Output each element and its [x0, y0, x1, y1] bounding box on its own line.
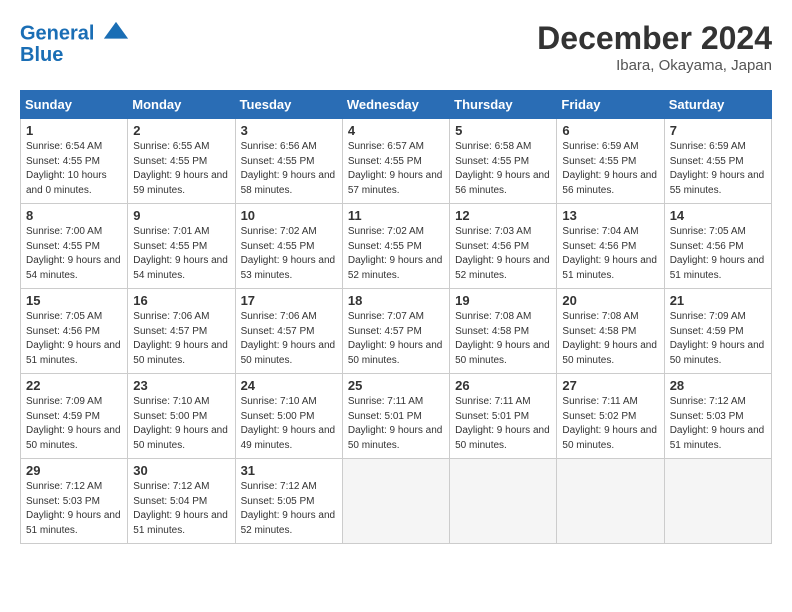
- calendar-table: Sunday Monday Tuesday Wednesday Thursday…: [20, 90, 772, 544]
- month-title: December 2024: [537, 20, 772, 57]
- table-row: 11Sunrise: 7:02 AMSunset: 4:55 PMDayligh…: [342, 204, 449, 289]
- table-row: 28Sunrise: 7:12 AMSunset: 5:03 PMDayligh…: [664, 374, 771, 459]
- table-row: 3Sunrise: 6:56 AMSunset: 4:55 PMDaylight…: [235, 119, 342, 204]
- col-monday: Monday: [128, 91, 235, 119]
- col-saturday: Saturday: [664, 91, 771, 119]
- page-header: General Blue December 2024 Ibara, Okayam…: [20, 20, 772, 74]
- table-row: 2Sunrise: 6:55 AMSunset: 4:55 PMDaylight…: [128, 119, 235, 204]
- table-row: 22Sunrise: 7:09 AMSunset: 4:59 PMDayligh…: [21, 374, 128, 459]
- table-row: 23Sunrise: 7:10 AMSunset: 5:00 PMDayligh…: [128, 374, 235, 459]
- table-row: [557, 459, 664, 544]
- table-row: 30Sunrise: 7:12 AMSunset: 5:04 PMDayligh…: [128, 459, 235, 544]
- table-row: [664, 459, 771, 544]
- table-row: 12Sunrise: 7:03 AMSunset: 4:56 PMDayligh…: [450, 204, 557, 289]
- table-row: 29Sunrise: 7:12 AMSunset: 5:03 PMDayligh…: [21, 459, 128, 544]
- table-row: 5Sunrise: 6:58 AMSunset: 4:55 PMDaylight…: [450, 119, 557, 204]
- col-tuesday: Tuesday: [235, 91, 342, 119]
- table-row: 16Sunrise: 7:06 AMSunset: 4:57 PMDayligh…: [128, 289, 235, 374]
- title-block: December 2024 Ibara, Okayama, Japan: [537, 20, 772, 74]
- table-row: 27Sunrise: 7:11 AMSunset: 5:02 PMDayligh…: [557, 374, 664, 459]
- table-row: 31Sunrise: 7:12 AMSunset: 5:05 PMDayligh…: [235, 459, 342, 544]
- col-sunday: Sunday: [21, 91, 128, 119]
- table-row: 25Sunrise: 7:11 AMSunset: 5:01 PMDayligh…: [342, 374, 449, 459]
- col-wednesday: Wednesday: [342, 91, 449, 119]
- logo: General Blue: [20, 20, 132, 67]
- table-row: 13Sunrise: 7:04 AMSunset: 4:56 PMDayligh…: [557, 204, 664, 289]
- table-row: 6Sunrise: 6:59 AMSunset: 4:55 PMDaylight…: [557, 119, 664, 204]
- table-row: 7Sunrise: 6:59 AMSunset: 4:55 PMDaylight…: [664, 119, 771, 204]
- table-row: 17Sunrise: 7:06 AMSunset: 4:57 PMDayligh…: [235, 289, 342, 374]
- table-row: 14Sunrise: 7:05 AMSunset: 4:56 PMDayligh…: [664, 204, 771, 289]
- table-row: 26Sunrise: 7:11 AMSunset: 5:01 PMDayligh…: [450, 374, 557, 459]
- table-row: 24Sunrise: 7:10 AMSunset: 5:00 PMDayligh…: [235, 374, 342, 459]
- table-row: [342, 459, 449, 544]
- table-row: [450, 459, 557, 544]
- col-thursday: Thursday: [450, 91, 557, 119]
- table-row: 1Sunrise: 6:54 AMSunset: 4:55 PMDaylight…: [21, 119, 128, 204]
- table-row: 15Sunrise: 7:05 AMSunset: 4:56 PMDayligh…: [21, 289, 128, 374]
- table-row: 4Sunrise: 6:57 AMSunset: 4:55 PMDaylight…: [342, 119, 449, 204]
- table-row: 19Sunrise: 7:08 AMSunset: 4:58 PMDayligh…: [450, 289, 557, 374]
- location: Ibara, Okayama, Japan: [537, 57, 772, 74]
- table-row: 21Sunrise: 7:09 AMSunset: 4:59 PMDayligh…: [664, 289, 771, 374]
- table-row: 9Sunrise: 7:01 AMSunset: 4:55 PMDaylight…: [128, 204, 235, 289]
- table-row: 18Sunrise: 7:07 AMSunset: 4:57 PMDayligh…: [342, 289, 449, 374]
- table-row: 10Sunrise: 7:02 AMSunset: 4:55 PMDayligh…: [235, 204, 342, 289]
- header-row: Sunday Monday Tuesday Wednesday Thursday…: [21, 91, 772, 119]
- col-friday: Friday: [557, 91, 664, 119]
- table-row: 20Sunrise: 7:08 AMSunset: 4:58 PMDayligh…: [557, 289, 664, 374]
- table-row: 8Sunrise: 7:00 AMSunset: 4:55 PMDaylight…: [21, 204, 128, 289]
